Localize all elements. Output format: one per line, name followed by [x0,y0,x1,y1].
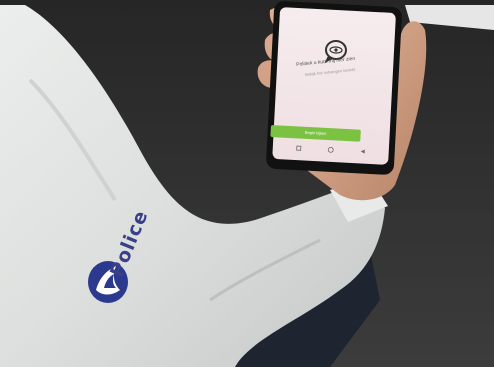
smartphone [266,1,402,175]
phone-screen [272,7,396,165]
photo-background [0,0,494,367]
photo-scene: Police Politiek u kunt mij hier zien Bek… [0,0,494,367]
